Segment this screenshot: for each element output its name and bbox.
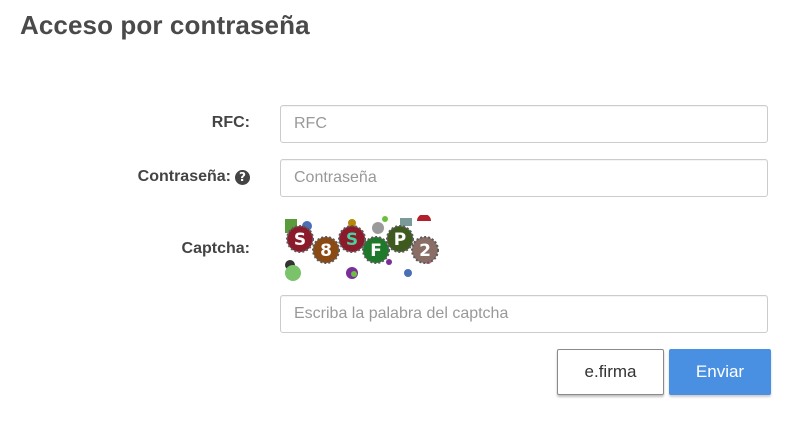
captcha-char-3: S (346, 230, 358, 250)
submit-button[interactable]: Enviar (669, 349, 771, 395)
captcha-char-2: 8 (320, 241, 332, 261)
login-page: Acceso por contraseña RFC: Contraseña: ?… (0, 0, 803, 422)
password-label: Contraseña: ? (138, 168, 250, 186)
captcha-input[interactable] (280, 295, 768, 333)
efirma-button[interactable]: e.firma (557, 349, 664, 395)
captcha-char-4: F (370, 241, 382, 261)
captcha-char-6: 2 (419, 241, 431, 261)
captcha-char-5: P (394, 230, 406, 250)
rfc-label: RFC: (212, 114, 250, 132)
captcha-label: Captcha: (182, 240, 250, 258)
rfc-input[interactable] (280, 105, 768, 143)
page-title: Acceso por contraseña (20, 10, 310, 40)
captcha-image: S 8 S F P 2 (285, 215, 439, 281)
captcha-label-text: Captcha: (181, 240, 250, 257)
password-input[interactable] (280, 159, 768, 197)
captcha-char-1: S (294, 230, 306, 250)
password-label-text: Contraseña: (137, 168, 231, 185)
rfc-label-text: RFC: (211, 114, 250, 131)
question-circle-icon[interactable]: ? (235, 169, 250, 185)
